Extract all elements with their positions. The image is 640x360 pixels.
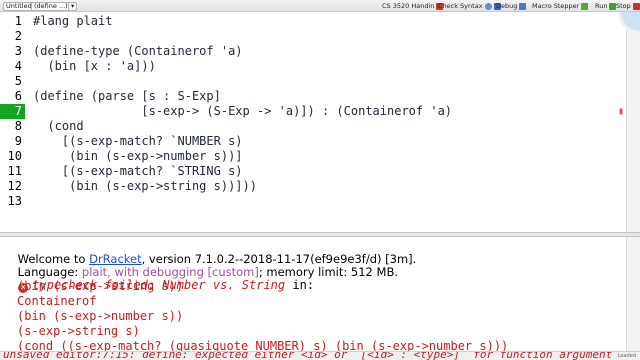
line-number-active: 7 — [0, 104, 25, 119]
code-line[interactable]: (bin (s-exp->string s))])) — [33, 179, 257, 194]
interactions-scrollbar[interactable] — [626, 237, 640, 351]
code-line[interactable]: (define-type (Containerof 'a) — [33, 44, 243, 59]
code-line[interactable]: (cond — [33, 119, 83, 134]
line-number: 3 — [14, 44, 22, 58]
check-syntax-label: Check Syntax — [438, 2, 483, 10]
error-code-line: (bin (s-exp->number s)) — [17, 309, 184, 323]
status-error-message[interactable]: unsaved editor:7:15: define: expected ei… — [3, 352, 612, 360]
navigation-dropdown[interactable]: ▾ — [68, 1, 78, 11]
definitions-editor[interactable]: 1 2 3 4 5 6 7 8 9 10 11 12 13 #lang plai… — [0, 12, 626, 232]
code-line[interactable]: #lang plait — [33, 14, 112, 29]
line-number: 9 — [14, 134, 22, 148]
error-code-line: (s-exp->string s) — [17, 324, 140, 338]
line-number-gutter: 1 2 3 4 5 6 7 8 9 10 11 12 13 — [0, 12, 26, 232]
magnifier-icon — [484, 2, 492, 10]
code-line[interactable]: [(s-exp-match? `STRING s) — [33, 164, 243, 179]
stop-button[interactable]: Stop — [616, 1, 640, 11]
status-bar: unsaved editor:7:15: define: expected ei… — [0, 351, 640, 360]
debug-label: Debug — [496, 2, 518, 10]
stop-icon — [632, 2, 640, 10]
line-number: 12 — [7, 179, 22, 193]
code-line[interactable]: [(s-exp-match? `NUMBER s) — [33, 134, 243, 149]
run-label: Run — [595, 2, 608, 10]
error-in-label: in: — [285, 278, 315, 292]
line-number: 5 — [14, 74, 22, 88]
debug-button[interactable]: Debug — [496, 1, 527, 11]
line-number: 6 — [14, 89, 22, 103]
line-number: 11 — [7, 164, 22, 178]
macro-stepper-label: Macro Stepper — [532, 2, 580, 10]
toolbar: Untitled 2 ▾ (define ...) ▾ ▾ CS 3520 Ha… — [0, 0, 640, 12]
error-code-line: Containerof — [17, 294, 97, 308]
macro-stepper-button[interactable]: Macro Stepper — [532, 1, 589, 11]
line-number: 2 — [14, 29, 22, 43]
error-header: ✕ typecheck failed: Number vs. String in: — [3, 264, 314, 293]
debug-icon — [519, 2, 527, 10]
navigation-dropdown-label: ▾ — [68, 1, 78, 11]
line-number: 4 — [14, 59, 22, 73]
code-line[interactable]: (bin [x : 'a])) — [33, 59, 155, 74]
line-number: 8 — [14, 119, 22, 133]
editor-scrollbar[interactable] — [626, 12, 640, 232]
code-line[interactable]: (define (parse [s : S-Exp] — [33, 89, 221, 104]
handin-button[interactable]: CS 3520 Handin — [382, 1, 444, 11]
stop-label: Stop — [616, 2, 631, 10]
line-number: 10 — [7, 149, 22, 163]
macro-stepper-icon — [581, 2, 589, 10]
interactions-pane[interactable]: Welcome to DrRacket, version 7.1.0.2--20… — [0, 237, 626, 353]
code-line-active[interactable]: [s-exp-> (S-Exp -> 'a)]) : (Containerof … — [33, 104, 452, 119]
error-line-marker-icon: ▮ — [617, 106, 624, 117]
welcome-line: Welcome to DrRacket, version 7.1.0.2--20… — [3, 238, 417, 266]
handin-label: CS 3520 Handin — [382, 2, 435, 10]
check-syntax-button[interactable]: Check Syntax — [438, 1, 501, 11]
run-button[interactable]: Run — [595, 1, 617, 11]
line-number: 1 — [14, 14, 22, 28]
language-line: Language: plait, with debugging [custom]… — [3, 251, 398, 279]
code-line[interactable]: (bin (s-exp->number s))] — [33, 149, 242, 164]
error-code-line: (bin (s-exp->string s)) — [17, 279, 184, 293]
status-right-text: Loaded — [617, 353, 636, 359]
line-number: 13 — [7, 194, 22, 208]
